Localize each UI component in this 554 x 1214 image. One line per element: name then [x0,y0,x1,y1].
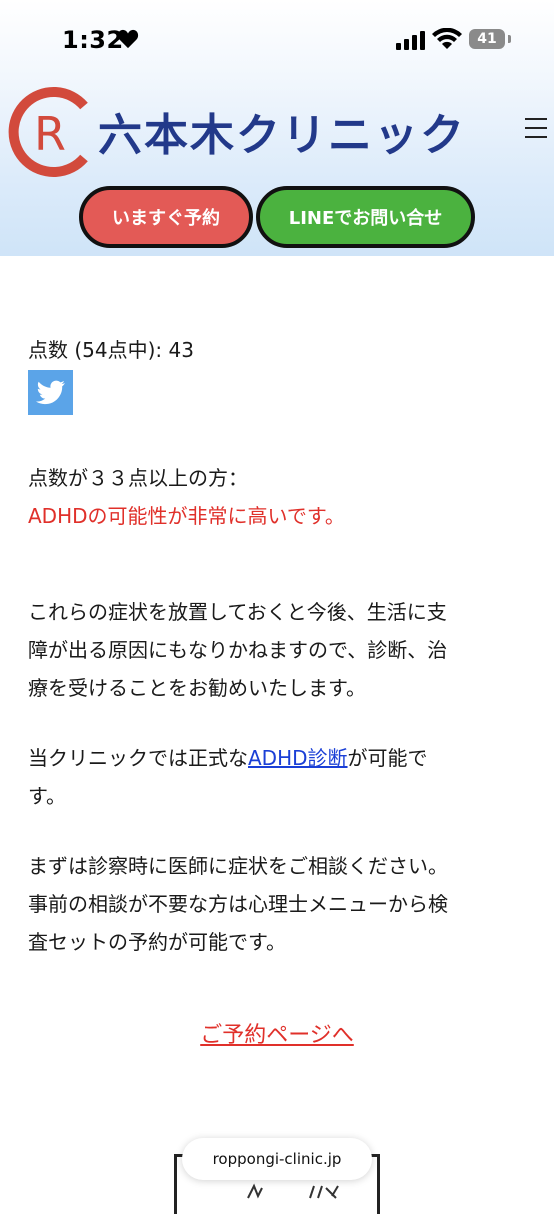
advice-line-3: 療を受けることをお勧めいたします。 [28,676,366,700]
site-header: 1:32 41 R 六本木クリニック いますぐ予約 LINEでお問い合せ [0,0,554,256]
consult-line-1: まずは診察時に医師に症状をご相談ください。 [28,854,448,878]
score-text: 点数 (54点中): 43 [28,338,194,362]
twitter-icon [35,380,65,405]
svg-text:R: R [34,107,66,161]
diagnosis-line-2: す。 [28,784,66,808]
signal-icon [396,31,425,50]
reserve-now-button[interactable]: いますぐ予約 [79,186,253,248]
clinic-name[interactable]: 六本木クリニック [98,99,466,163]
consult-line-3: 査セットの予約が可能です。 [28,930,286,954]
battery-icon: 41 [469,29,505,49]
consult-line-2: 事前の相談が不要な方は心理士メニューから検 [28,892,448,916]
advice-line-2: 障が出る原因にもなりかねますので、診断、治 [28,638,448,662]
diagnosis-paragraph: 当クリニックでは正式なADHD診断が可能で [28,740,533,776]
advice-line-1: これらの症状を放置しておくと今後、生活に支 [28,600,447,624]
heart-icon [117,29,139,49]
diagnosis-prefix: 当クリニックでは正式な [28,746,248,770]
reservation-page-link[interactable]: ご予約ページへ [0,1018,554,1054]
verdict-text: ADHDの可能性が非常に高いです。 [28,504,345,528]
decorative-illustration [247,1183,339,1199]
threshold-text: 点数が３３点以上の方： [28,466,248,490]
diagnosis-suffix: が可能で [347,746,428,770]
battery-tip [508,35,511,43]
hamburger-menu-icon[interactable] [525,118,549,140]
status-time: 1:32 [62,26,124,54]
clinic-logo[interactable]: R [4,86,96,178]
status-bar: 1:32 41 [0,0,554,80]
adhd-diagnosis-link[interactable]: ADHD診断 [248,746,348,770]
line-contact-button[interactable]: LINEでお問い合せ [256,186,475,248]
browser-url-bar[interactable]: roppongi-clinic.jp [182,1138,372,1180]
wifi-icon [432,28,462,49]
twitter-share-button[interactable] [28,370,73,415]
